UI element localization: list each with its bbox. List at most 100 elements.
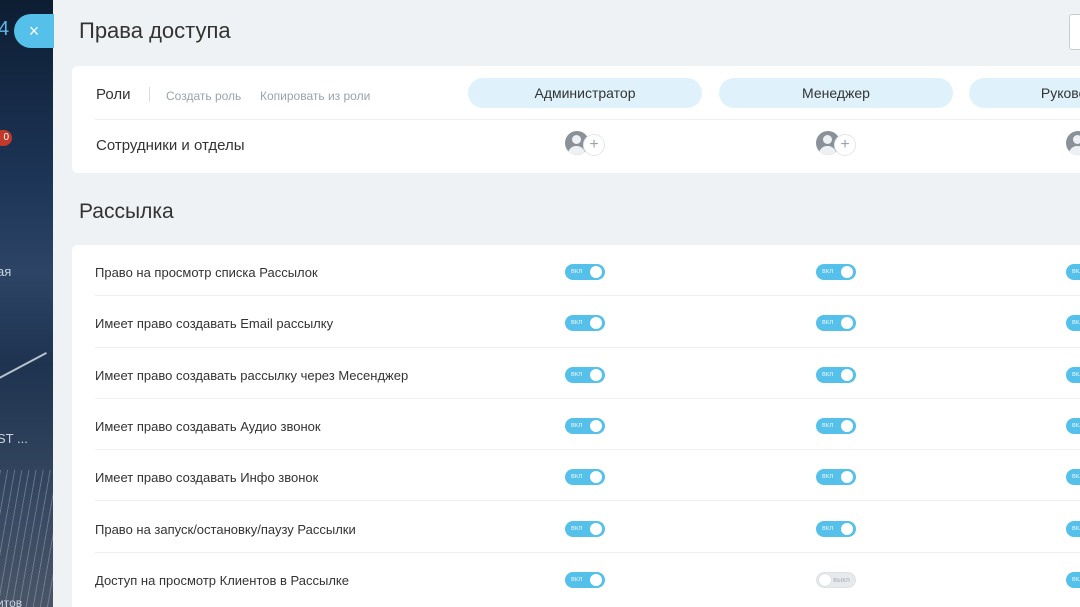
toggle-state-label: вкл xyxy=(1072,268,1080,275)
role-tab-head[interactable]: Руководитель xyxy=(969,78,1080,108)
permission-label: Имеет право создавать Email рассылку xyxy=(95,316,334,332)
permission-toggle-head[interactable]: вкл xyxy=(1066,520,1080,537)
toggle-knob xyxy=(841,471,853,484)
permission-toggle-administrator[interactable]: вкл xyxy=(565,264,605,280)
user-group-icon xyxy=(1066,131,1080,155)
background-text-3: итов xyxy=(0,596,23,607)
employees-label: Сотрудники и отделы xyxy=(96,137,245,154)
toggle-state-label: вкл xyxy=(822,370,834,378)
toggle-knob xyxy=(590,368,602,381)
toggle-state-label: вкл xyxy=(571,319,583,327)
toggle-state-label: вкл xyxy=(1072,473,1080,481)
toggle-state-label: вкл xyxy=(822,268,834,275)
background-image xyxy=(0,470,53,607)
toggle-knob xyxy=(590,522,602,535)
toggle-state-label: вкл xyxy=(571,370,583,378)
toggle-state-label: вкл xyxy=(1072,370,1080,378)
permission-toggle-administrator[interactable]: вкл xyxy=(565,315,605,332)
access-rights-panel: Права доступа Роли Создать роль Копирова… xyxy=(53,0,1080,607)
permission-toggle-manager[interactable]: вкл xyxy=(816,417,856,434)
toggle-knob xyxy=(590,317,602,330)
add-employee-button-head[interactable]: + xyxy=(1066,131,1080,159)
roles-label: Роли xyxy=(96,86,131,103)
permission-toggle-administrator[interactable]: вкл xyxy=(565,417,605,434)
permission-row: Имеет право создавать Инфо звонок вкл вкл в… xyxy=(95,450,1080,502)
background-app: 4 0 ая ST ... итов xyxy=(0,0,53,607)
close-icon: × xyxy=(28,20,40,41)
plus-icon: + xyxy=(583,134,605,156)
permission-row: Имеет право создавать Email рассылку вкл в… xyxy=(95,296,1080,348)
permission-row: Имеет право создавать Аудио звонок вкл вкл… xyxy=(95,399,1080,451)
permission-toggle-manager[interactable]: вкл xyxy=(816,264,856,280)
background-text-2: ST ... xyxy=(0,431,28,446)
permission-label: Имеет право создавать Аудио звонок xyxy=(95,418,321,434)
toggle-knob xyxy=(590,573,602,586)
permission-toggle-manager[interactable]: вкл xyxy=(816,366,856,383)
permission-label: Имеет право создавать рассылку через Мес… xyxy=(95,367,409,383)
permission-label: Право на запуск/остановку/паузу Рассылки xyxy=(95,521,356,537)
toggle-knob xyxy=(590,419,602,432)
background-text-1: ая xyxy=(0,264,12,279)
toggle-state-label: выкл xyxy=(833,576,850,584)
toggle-knob xyxy=(841,266,853,278)
header-action-button[interactable] xyxy=(1069,14,1080,50)
permission-label: Доступ на просмотр Клиентов в Рассылке xyxy=(95,572,349,588)
toggle-state-label: вкл xyxy=(571,473,583,481)
permission-toggle-head[interactable]: вкл xyxy=(1066,366,1080,383)
copy-from-role-link[interactable]: Копировать из роли xyxy=(260,89,370,103)
toggle-state-label: вкл xyxy=(571,268,583,275)
create-role-link[interactable]: Создать роль xyxy=(166,89,241,103)
toggle-state-label: вкл xyxy=(1072,575,1080,583)
toggle-state-label: вкл xyxy=(1072,421,1080,429)
role-tab-administrator[interactable]: Администратор xyxy=(468,78,702,108)
roles-divider xyxy=(149,87,150,102)
permission-label: Имеет право создавать Инфо звонок xyxy=(95,470,319,486)
toggle-knob xyxy=(590,266,602,278)
permission-label: Право на просмотр списка Рассылок xyxy=(95,265,318,280)
toggle-state-label: вкл xyxy=(1072,524,1080,532)
toggle-state-label: вкл xyxy=(822,524,834,532)
roles-row-divider xyxy=(95,119,1080,120)
permission-row: Доступ на просмотр Клиентов в Рассылке вк… xyxy=(95,553,1080,604)
toggle-state-label: вкл xyxy=(822,421,834,429)
permission-toggle-manager[interactable]: вкл xyxy=(816,469,856,486)
toggle-knob xyxy=(841,419,853,432)
toggle-state-label: вкл xyxy=(571,575,583,583)
permission-toggle-administrator[interactable]: вкл xyxy=(565,366,605,383)
toggle-knob xyxy=(819,573,831,586)
plus-icon: + xyxy=(834,134,856,156)
background-number: 4 xyxy=(0,18,10,40)
permission-toggle-administrator[interactable]: вкл xyxy=(565,571,605,588)
permission-toggle-head[interactable]: вкл xyxy=(1066,264,1080,280)
toggle-knob xyxy=(590,471,602,484)
permission-toggle-manager[interactable]: вкл xyxy=(816,315,856,332)
permission-toggle-manager[interactable]: выкл xyxy=(816,571,856,588)
toggle-knob xyxy=(841,368,853,381)
toggle-state-label: вкл xyxy=(822,473,834,481)
permission-row: Право на просмотр списка Рассылок вкл вкл в… xyxy=(95,245,1080,297)
role-tab-manager[interactable]: Менеджер xyxy=(719,78,953,108)
permission-toggle-administrator[interactable]: вкл xyxy=(565,520,605,537)
close-button[interactable]: × xyxy=(14,14,54,48)
background-decoration xyxy=(0,352,47,382)
permission-toggle-administrator[interactable]: вкл xyxy=(565,469,605,486)
toggle-state-label: вкл xyxy=(1072,319,1080,327)
permission-toggle-head[interactable]: вкл xyxy=(1066,469,1080,486)
toggle-state-label: вкл xyxy=(571,421,583,429)
permission-row: Имеет право создавать рассылку через Мес… xyxy=(95,348,1080,399)
permission-toggle-head[interactable]: вкл xyxy=(1066,315,1080,332)
section-title-mailing: Рассылка xyxy=(79,200,174,223)
toggle-state-label: вкл xyxy=(822,319,834,327)
add-employee-button-manager[interactable]: + xyxy=(816,131,860,159)
add-employee-button-administrator[interactable]: + xyxy=(565,131,609,159)
permissions-card: Право на просмотр списка Рассылок вкл вкл в… xyxy=(72,245,1080,607)
toggle-knob xyxy=(841,317,853,330)
toggle-knob xyxy=(841,522,853,535)
permission-toggle-head[interactable]: вкл xyxy=(1066,571,1080,588)
toggle-state-label: вкл xyxy=(571,524,583,532)
permission-toggle-head[interactable]: вкл xyxy=(1066,417,1080,434)
roles-card: Роли Создать роль Копировать из роли Адм… xyxy=(72,66,1080,173)
page-title: Права доступа xyxy=(79,18,231,43)
permission-toggle-manager[interactable]: вкл xyxy=(816,520,856,537)
background-badge: 0 xyxy=(0,130,12,146)
